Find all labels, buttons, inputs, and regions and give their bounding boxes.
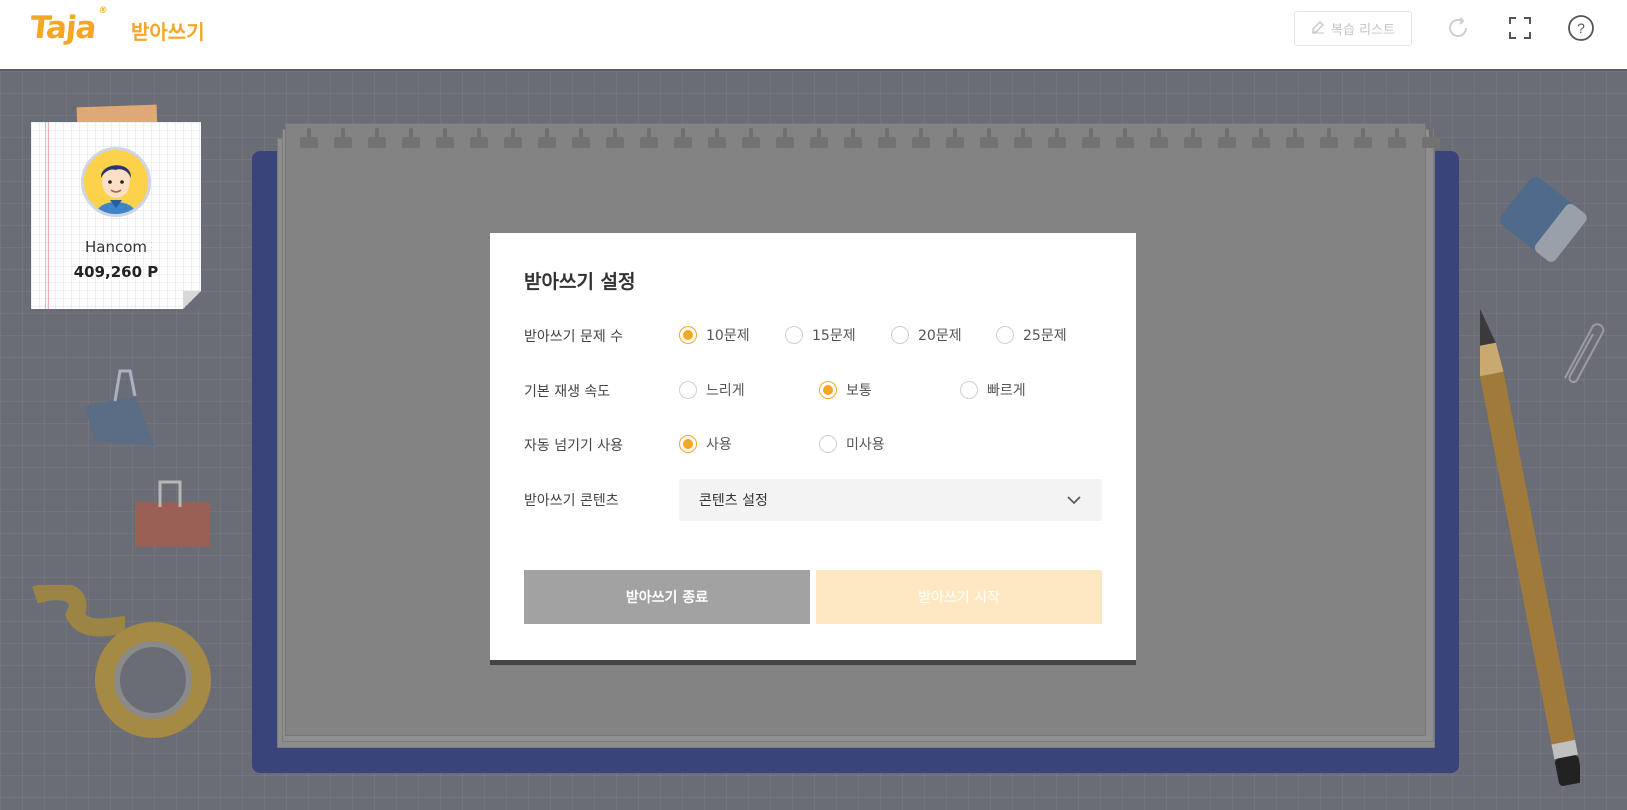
- spiral-ring: [300, 128, 318, 150]
- spiral-ring: [742, 128, 760, 150]
- radio-icon: [785, 326, 803, 344]
- spiral-ring: [1184, 128, 1202, 150]
- spiral-ring: [470, 128, 488, 150]
- spiral-ring: [334, 128, 352, 150]
- radio-checked-icon: [679, 435, 697, 453]
- notebook-spiral-binding: [300, 128, 1440, 150]
- review-list-button[interactable]: 복습 리스트: [1294, 11, 1412, 46]
- spiral-ring: [980, 128, 998, 150]
- spiral-ring: [1320, 128, 1338, 150]
- help-icon[interactable]: ?: [1567, 14, 1595, 42]
- binder-clip-blue: [85, 369, 155, 446]
- taja-logo[interactable]: Taja®: [28, 6, 107, 46]
- spiral-ring: [1388, 128, 1406, 150]
- spiral-ring: [1252, 128, 1270, 150]
- spiral-ring: [1286, 128, 1304, 150]
- radio-icon: [679, 381, 697, 399]
- binder-clip-red: [135, 480, 210, 547]
- svg-text:?: ?: [1577, 20, 1585, 36]
- spiral-ring: [1218, 128, 1236, 150]
- auto-advance-label: 자동 넘기기 사용: [524, 438, 624, 454]
- spiral-ring: [844, 128, 862, 150]
- content-select-value: 콘텐츠 설정: [699, 493, 768, 509]
- spiral-ring: [1354, 128, 1372, 150]
- content-select[interactable]: 콘텐츠 설정: [679, 479, 1102, 521]
- spiral-ring: [946, 128, 964, 150]
- spiral-ring: [912, 128, 930, 150]
- refresh-icon[interactable]: [1444, 14, 1472, 42]
- avatar: [81, 147, 151, 217]
- question-count-option-25[interactable]: 25문제: [996, 325, 1067, 345]
- spiral-ring: [572, 128, 590, 150]
- page-fold: [183, 291, 201, 309]
- speed-option-slow[interactable]: 느리게: [679, 380, 745, 400]
- spiral-ring: [436, 128, 454, 150]
- end-dictation-button[interactable]: 받아쓰기 종료: [524, 570, 810, 624]
- chevron-down-icon: [1066, 492, 1082, 512]
- radio-checked-icon: [679, 326, 697, 344]
- modal-title: 받아쓰기 설정: [524, 271, 636, 293]
- pencil-icon: [1480, 305, 1580, 786]
- spiral-ring: [538, 128, 556, 150]
- dictation-settings-modal: 받아쓰기 설정 받아쓰기 문제 수 10문제 15문제 20문제 25문제 기본…: [490, 233, 1136, 660]
- tape-roll: [32, 585, 211, 738]
- speed-option-fast[interactable]: 빠르게: [960, 380, 1026, 400]
- spiral-ring: [1014, 128, 1032, 150]
- fullscreen-icon[interactable]: [1506, 14, 1534, 42]
- profile-name: Hancom: [84, 238, 147, 256]
- spiral-ring: [810, 128, 828, 150]
- auto-advance-option-on[interactable]: 사용: [679, 434, 732, 454]
- spiral-ring: [1150, 128, 1168, 150]
- spiral-ring: [1082, 128, 1100, 150]
- spiral-ring: [674, 128, 692, 150]
- spiral-ring: [504, 128, 522, 150]
- question-count-label: 받아쓰기 문제 수: [524, 329, 624, 345]
- auto-advance-option-off[interactable]: 미사용: [819, 434, 885, 454]
- content-label: 받아쓰기 콘텐츠: [524, 493, 619, 509]
- radio-icon: [960, 381, 978, 399]
- playback-speed-label: 기본 재생 속도: [524, 384, 611, 400]
- review-list-label: 복습 리스트: [1331, 23, 1395, 38]
- spiral-ring: [708, 128, 726, 150]
- edit-icon: [1311, 20, 1325, 38]
- question-count-option-20[interactable]: 20문제: [891, 325, 962, 345]
- profile-card: Hancom 409,260 P: [31, 122, 201, 309]
- spiral-ring: [402, 128, 420, 150]
- question-count-option-15[interactable]: 15문제: [785, 325, 856, 345]
- profile-points: 409,260 P: [73, 263, 159, 281]
- radio-icon: [819, 435, 837, 453]
- spiral-ring: [776, 128, 794, 150]
- eraser-icon: [1500, 177, 1587, 262]
- radio-icon: [891, 326, 909, 344]
- spiral-ring: [1116, 128, 1134, 150]
- app-title: 받아쓰기: [131, 20, 205, 44]
- spiral-ring: [606, 128, 624, 150]
- spiral-ring: [1422, 128, 1440, 150]
- spiral-ring: [1048, 128, 1066, 150]
- speed-option-normal[interactable]: 보통: [819, 380, 872, 400]
- radio-checked-icon: [819, 381, 837, 399]
- spiral-ring: [368, 128, 386, 150]
- top-bar: Taja® 받아쓰기 복습 리스트 ?: [0, 0, 1627, 71]
- question-count-option-10[interactable]: 10문제: [679, 325, 750, 345]
- spiral-ring: [878, 128, 896, 150]
- spiral-ring: [640, 128, 658, 150]
- radio-icon: [996, 326, 1014, 344]
- start-dictation-button[interactable]: 받아쓰기 시작: [816, 570, 1102, 624]
